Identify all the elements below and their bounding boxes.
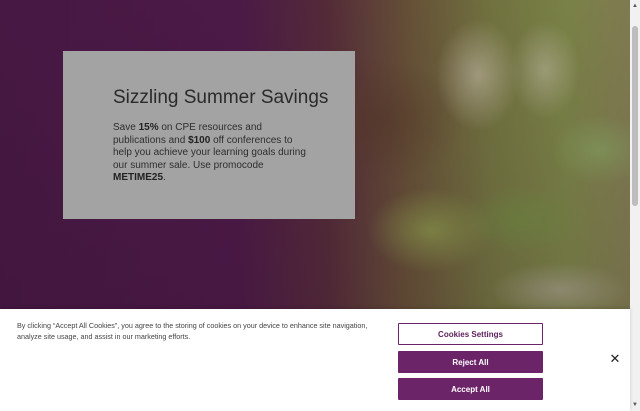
scroll-up-arrow-icon[interactable]: ▲ [630, 2, 640, 10]
scrollbar-thumb[interactable] [632, 26, 638, 206]
cookies-settings-button[interactable]: Cookies Settings [398, 323, 543, 345]
scroll-down-arrow-icon[interactable]: ▼ [630, 401, 640, 409]
promo-text-segment: Save [113, 122, 139, 133]
promo-highlight: 15% [138, 122, 159, 133]
promo-highlight: METIME25 [113, 172, 164, 183]
cookie-consent-banner: By clicking “Accept All Cookies”, you ag… [0, 309, 630, 411]
promo-card: Sizzling Summer Savings Save 15% on CPE … [63, 51, 355, 219]
reject-all-button[interactable]: Reject All [398, 351, 543, 373]
promo-text-segment: . [163, 172, 166, 183]
promo-highlight: $100 [188, 134, 211, 146]
promo-title: Sizzling Summer Savings [113, 87, 329, 108]
page: Sizzling Summer Savings Save 15% on CPE … [0, 0, 640, 411]
accept-all-button[interactable]: Accept All [398, 378, 543, 400]
close-icon[interactable]: ✕ [607, 352, 623, 368]
promo-body: Save 15% on CPE resources and publicatio… [113, 122, 313, 185]
cookie-consent-text: By clicking “Accept All Cookies”, you ag… [17, 321, 368, 341]
vertical-scrollbar[interactable]: ▲ ▼ [630, 0, 640, 411]
